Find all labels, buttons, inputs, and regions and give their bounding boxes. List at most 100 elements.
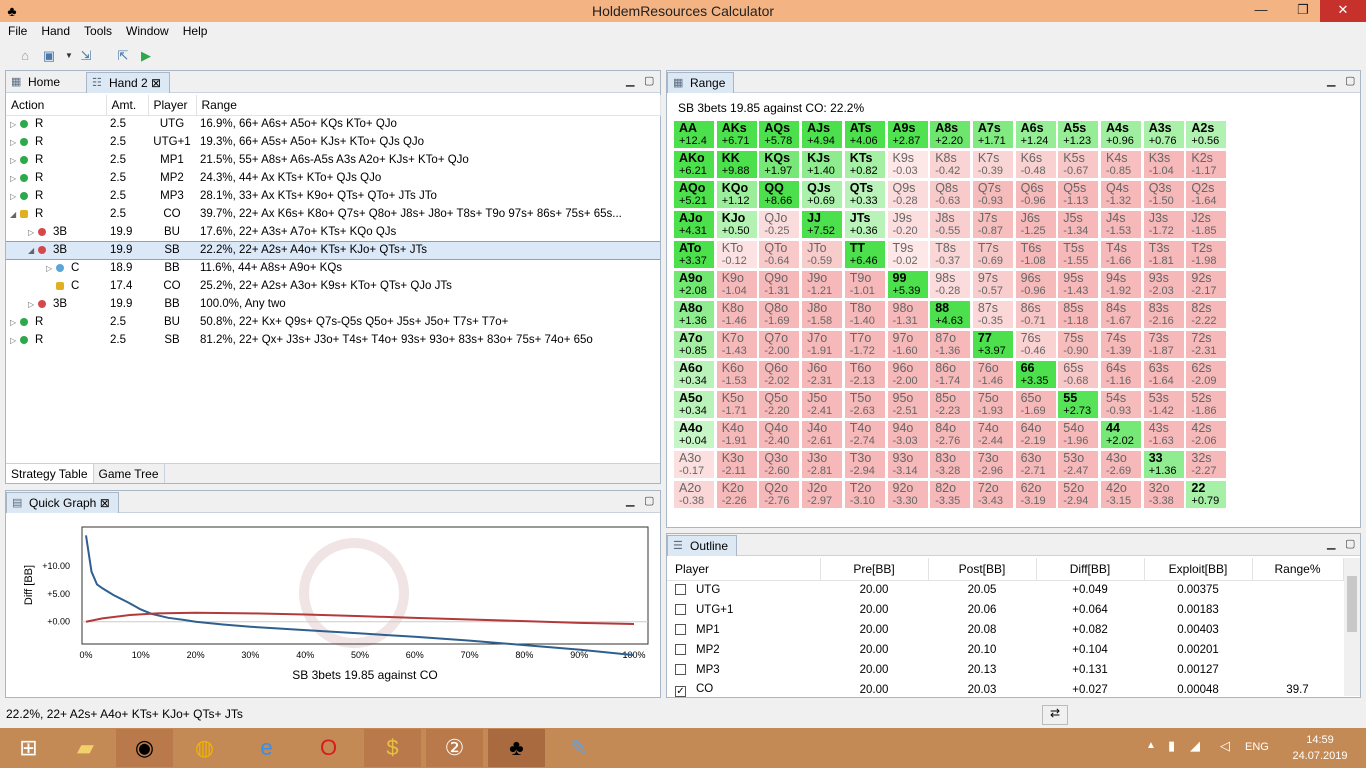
- range-cell-a9s[interactable]: A9s +2.87: [886, 120, 929, 149]
- range-cell-82s[interactable]: 82s -2.22: [1185, 300, 1228, 329]
- outline-row[interactable]: ✓ CO 20.00 20.03 +0.027 0.00048 39.7: [667, 680, 1343, 700]
- range-cell-ato[interactable]: ATo +3.37: [673, 240, 715, 269]
- range-cell-a3o[interactable]: A3o -0.17: [673, 450, 715, 479]
- range-cell-83s[interactable]: 83s -2.16: [1142, 300, 1185, 329]
- range-cell-85s[interactable]: 85s -1.18: [1057, 300, 1100, 329]
- action-cell[interactable]: ▷ R: [6, 151, 106, 169]
- range-cell-t7s[interactable]: T7s -0.69: [971, 240, 1014, 269]
- chrome-icon[interactable]: ◉: [116, 729, 173, 767]
- range-cell-54o[interactable]: 54o -1.96: [1057, 420, 1100, 449]
- range-cell-ajo[interactable]: AJo +4.31: [673, 210, 715, 239]
- range-cell-72o[interactable]: 72o -3.43: [971, 480, 1014, 509]
- status-action-icon[interactable]: ⇄: [1042, 705, 1068, 725]
- range-cell-65s[interactable]: 65s -0.68: [1057, 360, 1100, 389]
- table-row[interactable]: ◢ 3B 19.9 SB 22.2%, 22+ A2s+ A4o+ KTs+ KJo+ …: [6, 240, 660, 260]
- range-cell-86o[interactable]: 86o -1.74: [929, 360, 972, 389]
- range-cell-j2o[interactable]: J2o -2.97: [801, 480, 844, 509]
- range-cell-qjs[interactable]: QJs +0.69: [801, 180, 844, 209]
- range-cell-43o[interactable]: 43o -2.69: [1100, 450, 1142, 479]
- range-cell-q3s[interactable]: Q3s -1.50: [1142, 180, 1185, 209]
- range-cell-t6o[interactable]: T6o -2.13: [843, 360, 886, 389]
- expand-toggle-icon[interactable]: ▷: [10, 156, 20, 165]
- range-cell-tt[interactable]: TT +6.46: [843, 240, 886, 269]
- range-cell-q7o[interactable]: Q7o -2.00: [758, 330, 801, 359]
- tray-chevron-icon[interactable]: ▲: [1146, 740, 1156, 751]
- range-cell-t9s[interactable]: T9s -0.02: [886, 240, 929, 269]
- range-cell-jts[interactable]: JTs +0.36: [843, 210, 886, 239]
- range-cell-98o[interactable]: 98o -1.31: [886, 300, 929, 329]
- col-amt[interactable]: Amt.: [106, 95, 149, 116]
- range-cell-ats[interactable]: ATs +4.06: [843, 120, 886, 149]
- action-cell[interactable]: ▷ R: [6, 133, 106, 151]
- holdemresources-icon[interactable]: ♣: [488, 729, 545, 767]
- range-cell-ajs[interactable]: AJs +4.94: [801, 120, 844, 149]
- range-cell-q6o[interactable]: Q6o -2.02: [758, 360, 801, 389]
- action-cell[interactable]: C: [6, 277, 106, 295]
- table-row[interactable]: ◢ R 2.5 CO 39.7%, 22+ Ax K6s+ K8o+ Q7s+ Q8o+…: [6, 205, 660, 223]
- action-cell[interactable]: ▷ R: [6, 115, 106, 133]
- menu-tools[interactable]: Tools: [76, 22, 118, 38]
- table-row[interactable]: ▷ R 2.5 MP2 24.3%, 44+ Ax KTs+ KTo+ QJs QJo: [6, 169, 660, 187]
- range-cell-qto[interactable]: QTo -0.64: [758, 240, 801, 269]
- range-cell-q2o[interactable]: Q2o -2.76: [758, 480, 801, 509]
- import-icon[interactable]: ⇲: [77, 48, 95, 64]
- range-cell-t7o[interactable]: T7o -1.72: [843, 330, 886, 359]
- range-cell-j4o[interactable]: J4o -2.61: [801, 420, 844, 449]
- new-hand-icon[interactable]: ▣: [40, 48, 58, 64]
- range-cell-q9o[interactable]: Q9o -1.31: [758, 270, 801, 299]
- range-cell-q5s[interactable]: Q5s -1.13: [1057, 180, 1100, 209]
- table-row[interactable]: ▷ R 2.5 UTG 16.9%, 66+ A6s+ A5o+ KQs KTo+ QJ…: [6, 115, 660, 133]
- range-cell-j5o[interactable]: J5o -2.41: [801, 390, 844, 419]
- menu-help[interactable]: Help: [175, 22, 214, 38]
- home-icon[interactable]: ⌂: [16, 48, 34, 64]
- maximize-panel-icon[interactable]: ▢: [1345, 537, 1355, 550]
- app-2-icon[interactable]: ②: [426, 729, 483, 767]
- table-row[interactable]: ▷ 3B 19.9 BB 100.0%, Any two: [6, 295, 660, 313]
- row-checkbox[interactable]: [675, 584, 686, 596]
- range-cell-q8o[interactable]: Q8o -1.69: [758, 300, 801, 329]
- col-diff[interactable]: Diff[BB]: [1036, 558, 1145, 581]
- range-cell-92s[interactable]: 92s -2.17: [1185, 270, 1228, 299]
- menu-file[interactable]: File: [0, 22, 33, 38]
- action-cell[interactable]: ▷ R: [6, 169, 106, 187]
- vpn-icon[interactable]: ◍: [176, 729, 233, 767]
- range-cell-kjo[interactable]: KJo +0.50: [715, 210, 758, 239]
- range-cell-a5o[interactable]: A5o +0.34: [673, 390, 715, 419]
- minimize-panel-icon[interactable]: ▁: [626, 494, 634, 507]
- range-cell-42o[interactable]: 42o -3.15: [1100, 480, 1142, 509]
- range-cell-j5s[interactable]: J5s -1.34: [1057, 210, 1100, 239]
- outline-row[interactable]: MP1 20.00 20.08 +0.082 0.00403: [667, 620, 1343, 640]
- battery-icon[interactable]: ▮: [1168, 738, 1175, 754]
- action-cell[interactable]: ▷ C: [6, 259, 106, 277]
- expand-toggle-icon[interactable]: ▷: [10, 120, 20, 129]
- range-cell-j3s[interactable]: J3s -1.72: [1142, 210, 1185, 239]
- range-cell-94o[interactable]: 94o -3.03: [886, 420, 929, 449]
- minimize-panel-icon[interactable]: ▁: [1327, 537, 1335, 550]
- range-cell-j8o[interactable]: J8o -1.58: [801, 300, 844, 329]
- range-cell-99[interactable]: 99 +5.39: [886, 270, 929, 299]
- range-cell-j9o[interactable]: J9o -1.21: [801, 270, 844, 299]
- range-cell-k2o[interactable]: K2o -2.26: [715, 480, 758, 509]
- range-cell-97s[interactable]: 97s -0.57: [971, 270, 1014, 299]
- expand-toggle-icon[interactable]: ▷: [46, 264, 56, 273]
- range-cell-k6s[interactable]: K6s -0.48: [1014, 150, 1057, 179]
- range-cell-kqo[interactable]: KQo +1.12: [715, 180, 758, 209]
- range-cell-kts[interactable]: KTs +0.82: [843, 150, 886, 179]
- close-tab-icon[interactable]: ⊠: [151, 76, 161, 90]
- outline-row[interactable]: MP3 20.00 20.13 +0.131 0.00127: [667, 660, 1343, 680]
- player-cell[interactable]: UTG: [667, 580, 820, 600]
- col-exploit[interactable]: Exploit[BB]: [1144, 558, 1253, 581]
- range-cell-a4o[interactable]: A4o +0.04: [673, 420, 715, 449]
- range-cell-jto[interactable]: JTo -0.59: [801, 240, 844, 269]
- range-cell-a2s[interactable]: A2s +0.56: [1185, 120, 1228, 149]
- col-pre[interactable]: Pre[BB]: [820, 558, 929, 581]
- range-cell-k2s[interactable]: K2s -1.17: [1185, 150, 1228, 179]
- row-checkbox[interactable]: [675, 624, 686, 635]
- range-cell-64o[interactable]: 64o -2.19: [1014, 420, 1057, 449]
- range-cell-33[interactable]: 33 +1.36: [1142, 450, 1185, 479]
- range-cell-ako[interactable]: AKo +6.21: [673, 150, 715, 179]
- range-cell-a2o[interactable]: A2o -0.38: [673, 480, 715, 509]
- range-cell-75o[interactable]: 75o -1.93: [971, 390, 1014, 419]
- range-cell-q8s[interactable]: Q8s -0.63: [929, 180, 972, 209]
- player-cell[interactable]: MP1: [667, 620, 820, 640]
